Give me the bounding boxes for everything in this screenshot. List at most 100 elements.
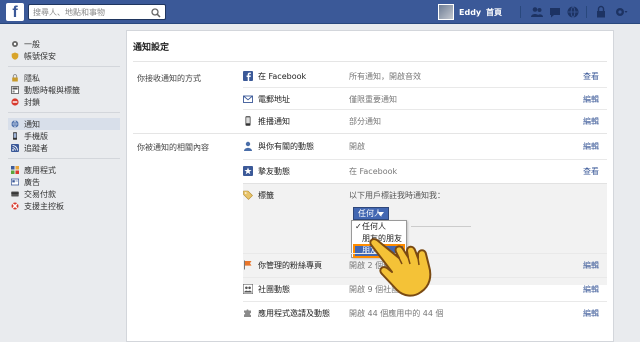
sidebar-item-label: 廣告 [24,177,40,187]
section-label: 你接收通知的方式 [137,74,201,83]
sidebar-item-label: 封鎖 [24,97,40,107]
setting-status: 開啟 [349,142,365,151]
section-label: 你被通知的相關內容 [137,143,209,152]
page-title: 通知設定 [133,43,170,53]
dropdown-option-anyone[interactable]: ✓ 任何人 [352,221,406,233]
edit-link[interactable]: 編輯 [583,116,599,127]
search-icon[interactable] [151,8,161,18]
setting-name: 標籤 [258,191,274,200]
mobile-icon [13,132,17,140]
divider [586,6,587,18]
group-icon [243,284,253,294]
lock-icon [12,74,18,82]
divider [133,61,607,62]
top-bar: f Eddy 首頁 [0,0,640,24]
mail-icon [243,95,253,103]
divider [520,6,521,18]
sidebar-item-label: 手機版 [24,131,48,141]
shield-icon [11,52,19,60]
pointing-hand-icon [369,238,432,297]
sidebar-item-notifications[interactable]: 通知 [8,118,120,130]
view-link[interactable]: 查看 [583,166,599,177]
setting-name: 與你有關的動態 [258,142,314,151]
edit-link[interactable]: 編輯 [583,284,599,295]
sidebar-item-mobile[interactable]: 手機版 [8,130,120,142]
setting-status: 在 Facebook [349,167,398,176]
setting-name: 電郵地址 [258,95,290,104]
sidebar-item-label: 動態時報與標籤 [24,85,80,95]
tag-icon [243,190,253,200]
sidebar-item-label: 追蹤者 [24,143,48,153]
ads-icon [11,178,19,186]
sidebar-item-label: 帳號保安 [24,51,56,61]
star-icon [243,166,253,176]
sidebar-item-label: 一般 [24,39,40,49]
profile-link[interactable]: Eddy [438,4,481,20]
timeline-icon [11,86,19,94]
setting-status: 開啟 44 個應用中的 44 個 [349,309,444,318]
setting-row-about-you[interactable]: 與你有關的動態 開啟 編輯 [243,135,607,157]
sidebar-item-blocking[interactable]: 封鎖 [8,96,120,108]
sidebar-item-label: 交易付款 [24,189,56,199]
audience-dropdown[interactable]: 任何人 [353,207,389,220]
setting-name: 社團動態 [258,285,290,294]
friend-requests-icon[interactable] [530,5,544,19]
setting-description: 以下用戶標註我時通知我： [349,191,445,200]
divider [133,133,607,134]
sidebar-item-payments[interactable]: 交易付款 [8,188,120,200]
chevron-down-icon [378,212,384,216]
messages-icon[interactable] [548,5,562,19]
avatar [438,4,454,20]
setting-name: 應用程式邀請及動態 [258,309,330,318]
divider [411,226,471,227]
edit-link[interactable]: 編輯 [583,308,599,319]
search-input[interactable] [29,5,149,19]
setting-row-close-friends[interactable]: 摯友動態 在 Facebook 查看 [243,159,607,181]
edit-link[interactable]: 編輯 [583,141,599,152]
edit-link[interactable]: 編輯 [583,260,599,271]
person-icon [244,141,252,151]
setting-name: 推播通知 [258,117,290,126]
sidebar-item-ads[interactable]: 廣告 [8,176,120,188]
sidebar-group: 通知 手機版 追蹤者 [8,118,120,159]
search-box[interactable] [28,4,166,20]
lock-icon[interactable] [594,5,608,19]
flag-icon [244,260,252,270]
setting-name: 摯友動態 [258,167,290,176]
sidebar-item-followers[interactable]: 追蹤者 [8,142,120,154]
setting-name: 你管理的粉絲專頁 [258,261,322,270]
option-label: 任何人 [362,222,386,231]
sidebar-item-security[interactable]: 帳號保安 [8,50,120,62]
setting-status: 僅限重要通知 [349,95,397,104]
gear-icon [12,41,18,47]
setting-status: 部分通知 [349,117,381,126]
sidebar-item-timeline[interactable]: 動態時報與標籤 [8,84,120,96]
home-link[interactable]: 首頁 [486,7,502,18]
sidebar-item-privacy[interactable]: 隱私 [8,72,120,84]
sidebar-item-label: 通知 [24,119,40,129]
sidebar-item-apps[interactable]: 應用程式 [8,164,120,176]
sidebar-item-support[interactable]: 支援主控板 [8,200,120,212]
sidebar-item-label: 應用程式 [24,165,56,175]
check-icon: ✓ [355,222,362,231]
setting-name: 在 Facebook [258,72,307,81]
sidebar-group: 應用程式 廣告 交易付款 支援主控板 [8,164,120,216]
facebook-icon [243,71,253,81]
setting-row-app-requests[interactable]: 應用程式邀請及動態 開啟 44 個應用中的 44 個 編輯 [243,301,607,323]
rss-icon [11,144,19,152]
notifications-icon[interactable] [566,5,580,19]
phone-icon [245,116,251,126]
sidebar-item-general[interactable]: 一般 [8,38,120,50]
edit-link[interactable]: 編輯 [583,94,599,105]
user-name: Eddy [459,7,482,17]
setting-row-push[interactable]: 推播通知 部分通知 編輯 [243,109,607,131]
setting-row-email[interactable]: 電郵地址 僅限重要通知 編輯 [243,87,607,109]
setting-status: 所有通知，開啟音效 [349,72,421,81]
apps-icon [11,166,19,174]
settings-menu-icon[interactable] [614,5,628,19]
block-icon [11,98,19,106]
view-link[interactable]: 查看 [583,71,599,82]
sidebar-group: 一般 帳號保安 [8,38,120,67]
setting-row-on-facebook[interactable]: 在 Facebook 所有通知，開啟音效 查看 [243,65,607,87]
facebook-logo[interactable]: f [6,3,24,21]
